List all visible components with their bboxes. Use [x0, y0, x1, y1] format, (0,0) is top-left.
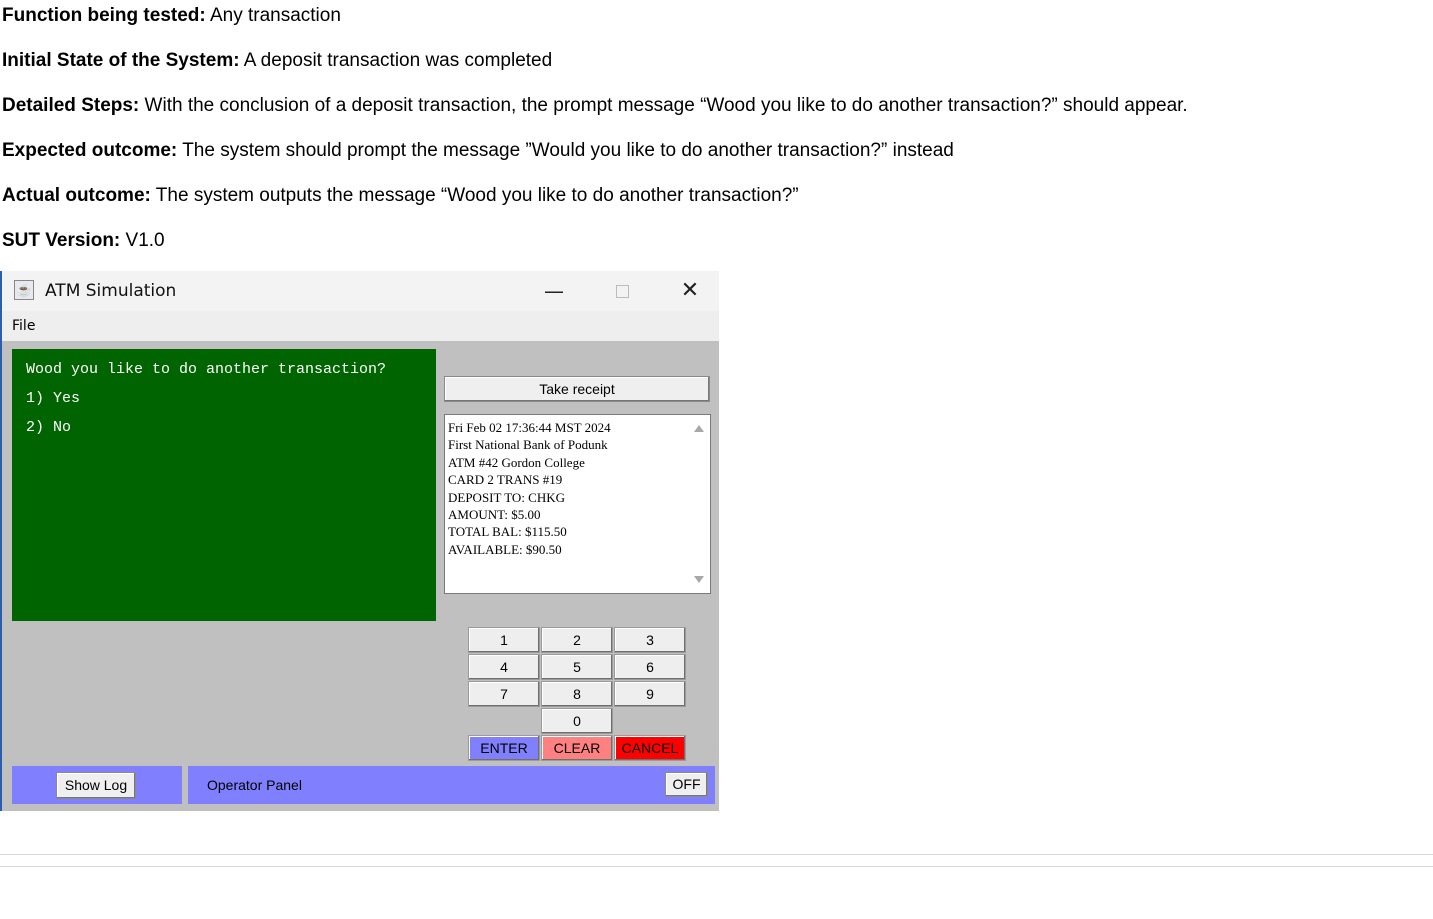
- atm-display: Wood you like to do another transaction?…: [12, 349, 436, 621]
- actual-label: Actual outcome:: [2, 185, 151, 206]
- scroll-up-icon[interactable]: [694, 425, 704, 432]
- menu-bar: File: [2, 311, 719, 341]
- key-1[interactable]: 1: [468, 627, 540, 653]
- take-receipt-button[interactable]: Take receipt: [444, 376, 710, 402]
- initial-state-label: Initial State of the System:: [2, 50, 240, 71]
- version-label: SUT Version:: [2, 230, 121, 251]
- operator-panel-label: Operator Panel: [207, 777, 302, 793]
- steps-line: Detailed Steps: With the conclusion of a…: [2, 95, 1188, 117]
- initial-state-line: Initial State of the System: A deposit t…: [2, 50, 552, 72]
- menu-file[interactable]: File: [12, 318, 35, 334]
- expected-label: Expected outcome:: [2, 140, 178, 161]
- log-panel: Show Log: [12, 766, 182, 804]
- off-button[interactable]: OFF: [665, 772, 708, 797]
- key-2[interactable]: 2: [541, 627, 613, 653]
- title-bar: ☕ ATM Simulation — ✕: [2, 271, 719, 311]
- function-value: Any transaction: [205, 5, 341, 26]
- maximize-button[interactable]: [602, 277, 642, 305]
- version-line: SUT Version: V1.0: [2, 230, 165, 252]
- receipt-textarea: Fri Feb 02 17:36:44 MST 2024 First Natio…: [444, 414, 711, 594]
- show-log-button[interactable]: Show Log: [56, 772, 136, 799]
- key-5[interactable]: 5: [541, 654, 613, 680]
- expected-value: The system should prompt the message ”Wo…: [177, 140, 954, 161]
- expected-line: Expected outcome: The system should prom…: [2, 140, 954, 162]
- atm-window: ☕ ATM Simulation — ✕ File Wood you like …: [0, 271, 719, 811]
- steps-value: With the conclusion of a deposit transac…: [139, 95, 1188, 116]
- window-title: ATM Simulation: [45, 281, 177, 301]
- actual-line: Actual outcome: The system outputs the m…: [2, 185, 799, 207]
- key-6[interactable]: 6: [614, 654, 686, 680]
- receipt-scrollbar[interactable]: [688, 415, 710, 593]
- function-line: Function being tested: Any transaction: [2, 5, 341, 27]
- minimize-button[interactable]: —: [534, 277, 574, 305]
- key-7[interactable]: 7: [468, 681, 540, 707]
- divider-bottom: [0, 866, 1433, 867]
- operator-panel: Operator Panel OFF: [188, 766, 715, 804]
- java-cup-icon: ☕: [14, 280, 34, 300]
- cancel-button[interactable]: CANCEL: [614, 735, 686, 761]
- divider-top: [0, 854, 1433, 855]
- function-label: Function being tested:: [2, 5, 206, 26]
- initial-state-value: A deposit transaction was completed: [239, 50, 553, 71]
- version-value: V1.0: [120, 230, 165, 251]
- key-4[interactable]: 4: [468, 654, 540, 680]
- close-button[interactable]: ✕: [670, 277, 710, 305]
- receipt-text: Fri Feb 02 17:36:44 MST 2024 First Natio…: [448, 420, 611, 557]
- display-option-yes: 1) Yes: [26, 390, 81, 407]
- maximize-icon: [615, 285, 629, 298]
- steps-label: Detailed Steps:: [2, 95, 140, 116]
- key-9[interactable]: 9: [614, 681, 686, 707]
- key-8[interactable]: 8: [541, 681, 613, 707]
- key-3[interactable]: 3: [614, 627, 686, 653]
- key-0[interactable]: 0: [541, 708, 613, 734]
- enter-button[interactable]: ENTER: [468, 735, 540, 761]
- actual-value: The system outputs the message “Wood you…: [150, 185, 799, 206]
- clear-button[interactable]: CLEAR: [541, 735, 613, 761]
- scroll-down-icon[interactable]: [694, 576, 704, 583]
- display-option-no: 2) No: [26, 419, 72, 436]
- display-prompt: Wood you like to do another transaction?: [26, 361, 387, 378]
